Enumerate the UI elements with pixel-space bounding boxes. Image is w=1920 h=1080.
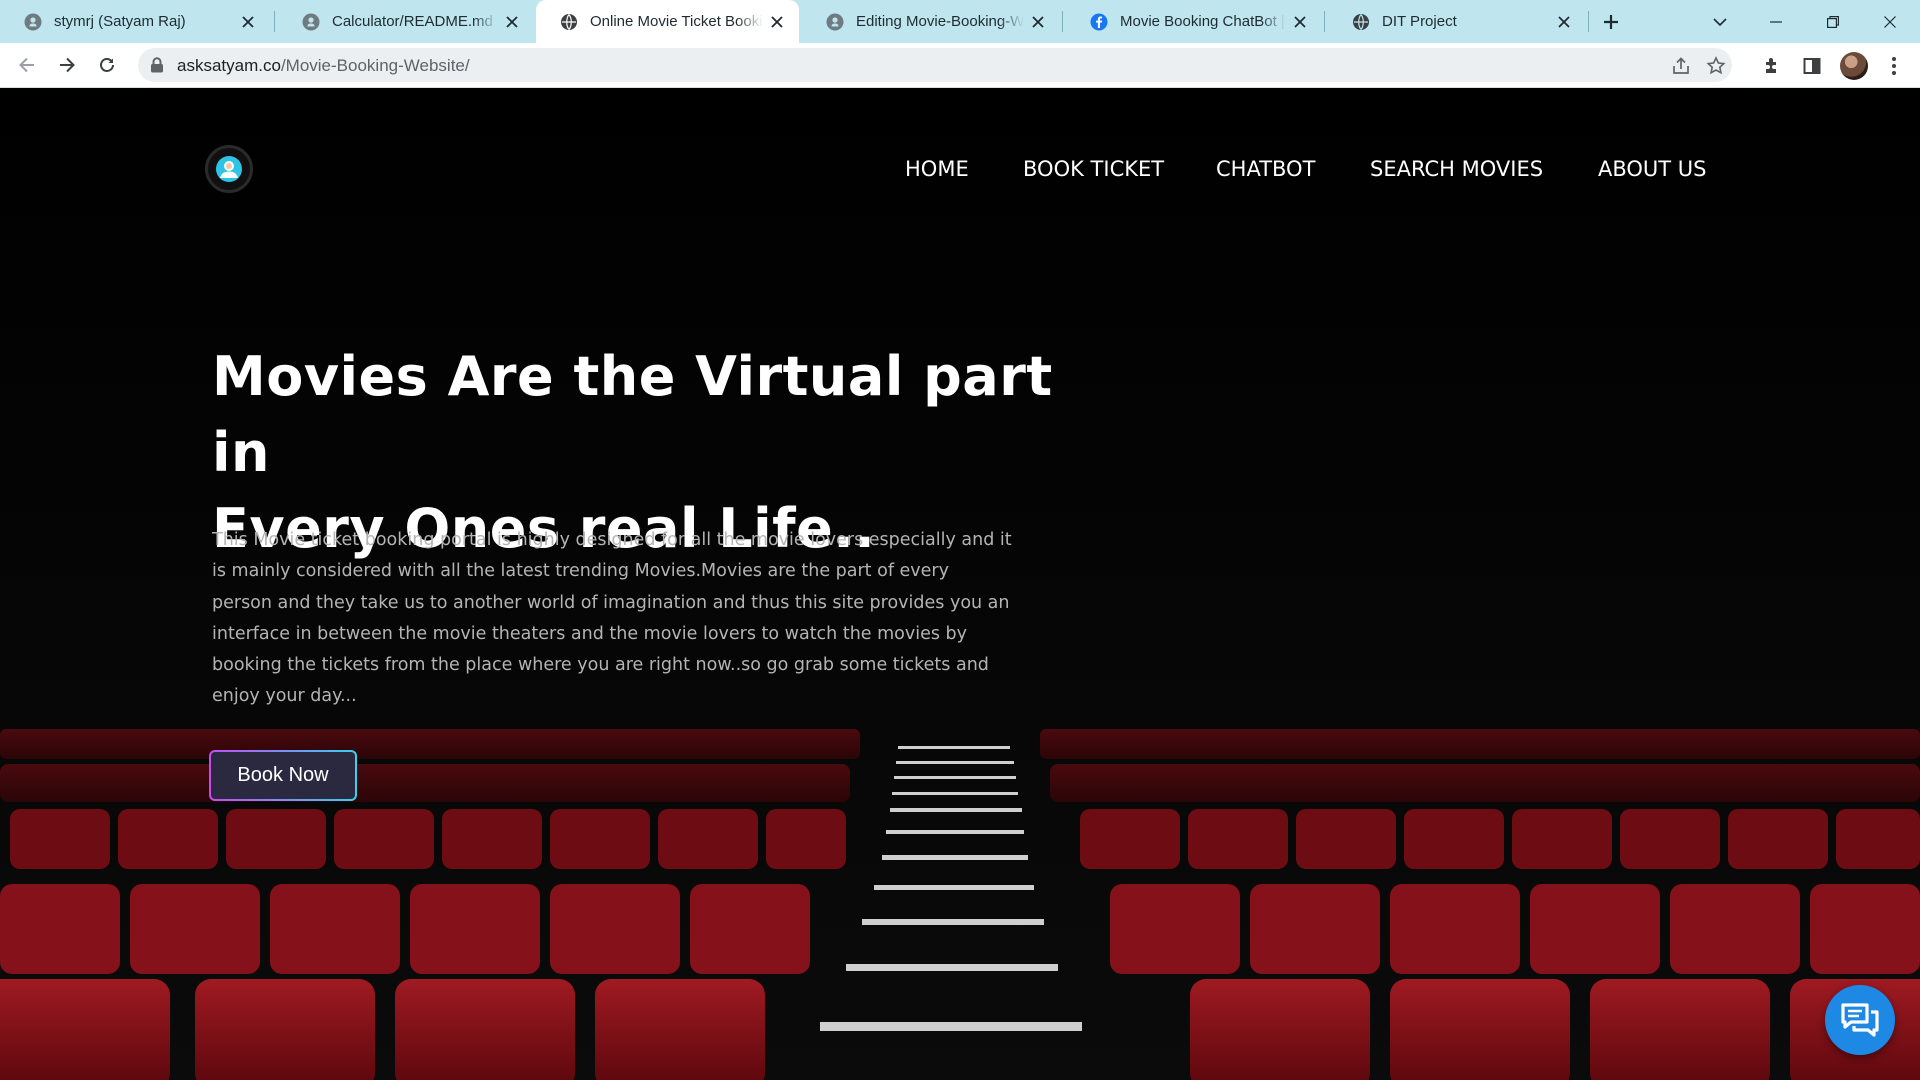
nav-book-ticket[interactable]: BOOK TICKET bbox=[1023, 157, 1164, 181]
url-host: asksatyam.co bbox=[177, 56, 281, 75]
browser-toolbar: asksatyam.co/Movie-Booking-Website/ bbox=[0, 43, 1920, 88]
nav-home[interactable]: HOME bbox=[905, 157, 969, 181]
github-icon bbox=[302, 13, 320, 31]
tab-separator bbox=[274, 11, 275, 32]
tab-title: DIT Project bbox=[1382, 13, 1457, 30]
side-panel-icon[interactable] bbox=[1799, 53, 1825, 79]
tab-editing-movie-booking[interactable]: Editing Movie-Booking-Website bbox=[802, 0, 1060, 43]
tab-title: stymrj (Satyam Raj) bbox=[54, 13, 186, 30]
lock-icon bbox=[151, 57, 163, 73]
new-tab-button[interactable] bbox=[1597, 8, 1625, 36]
restore-button[interactable] bbox=[1819, 8, 1847, 36]
url-path: /Movie-Booking-Website/ bbox=[280, 56, 470, 75]
arrow-right-icon bbox=[60, 57, 75, 73]
close-window-button[interactable] bbox=[1876, 8, 1904, 36]
reload-icon bbox=[100, 58, 114, 72]
tab-dit-project[interactable]: DIT Project bbox=[1328, 0, 1586, 43]
browser-tab-strip: stymrj (Satyam Raj) Calculator/README.md… bbox=[0, 0, 1920, 43]
close-icon bbox=[1884, 16, 1896, 28]
site-logo[interactable] bbox=[205, 145, 253, 193]
nav-search-movies[interactable]: SEARCH MOVIES bbox=[1370, 157, 1543, 181]
address-bar[interactable]: asksatyam.co/Movie-Booking-Website/ bbox=[138, 48, 1732, 82]
menu-kebab-icon[interactable] bbox=[1881, 53, 1907, 79]
tab-calculator-readme[interactable]: Calculator/README.md at main bbox=[278, 0, 534, 43]
user-avatar-icon bbox=[216, 156, 242, 182]
hero-title-line-1: Movies Are the Virtual part in bbox=[212, 345, 1053, 484]
reload-button[interactable] bbox=[92, 50, 122, 80]
tab-github-profile[interactable]: stymrj (Satyam Raj) bbox=[0, 0, 270, 43]
globe-icon bbox=[1352, 13, 1370, 31]
tab-title: Calculator/README.md at main bbox=[332, 13, 498, 30]
facebook-icon bbox=[1090, 13, 1108, 31]
restore-icon bbox=[1827, 16, 1839, 28]
close-tab-icon[interactable] bbox=[504, 14, 520, 30]
forward-button[interactable] bbox=[52, 50, 82, 80]
chat-bubble-icon bbox=[1841, 1003, 1879, 1037]
tab-separator bbox=[1324, 11, 1325, 32]
minimize-button[interactable] bbox=[1762, 8, 1790, 36]
chat-widget-button[interactable] bbox=[1825, 985, 1895, 1055]
github-icon bbox=[24, 13, 42, 31]
tab-separator bbox=[1062, 11, 1063, 32]
close-tab-icon[interactable] bbox=[1556, 14, 1572, 30]
back-button[interactable] bbox=[12, 50, 42, 80]
tab-movie-chatbot[interactable]: Movie Booking ChatBot | Dialogflow bbox=[1066, 0, 1322, 43]
close-tab-icon[interactable] bbox=[769, 14, 785, 30]
tab-separator bbox=[1588, 11, 1589, 32]
tab-movie-booking[interactable]: Online Movie Ticket Booking bbox=[536, 0, 799, 43]
tab-title: Online Movie Ticket Booking bbox=[590, 13, 763, 30]
hero-description: This Movie ticket booking portal is high… bbox=[212, 530, 1012, 707]
nav-chatbot[interactable]: CHATBOT bbox=[1216, 157, 1315, 181]
close-tab-icon[interactable] bbox=[1292, 14, 1308, 30]
globe-icon bbox=[560, 13, 578, 31]
extensions-icon[interactable] bbox=[1759, 53, 1785, 79]
close-tab-icon[interactable] bbox=[1030, 14, 1046, 30]
tab-title: Movie Booking ChatBot | Dialogflow bbox=[1120, 13, 1286, 30]
github-icon bbox=[826, 13, 844, 31]
profile-avatar[interactable] bbox=[1840, 52, 1868, 80]
tab-title: Editing Movie-Booking-Website bbox=[856, 13, 1024, 30]
nav-about-us[interactable]: ABOUT US bbox=[1598, 157, 1707, 181]
bookmark-star-icon[interactable] bbox=[1705, 55, 1727, 77]
share-icon[interactable] bbox=[1670, 55, 1692, 77]
arrow-left-icon bbox=[19, 57, 34, 73]
book-now-button[interactable]: Book Now bbox=[209, 750, 357, 801]
close-tab-icon[interactable] bbox=[240, 14, 256, 30]
url-text: asksatyam.co/Movie-Booking-Website/ bbox=[177, 56, 470, 76]
minimize-icon bbox=[1770, 21, 1782, 23]
plus-icon bbox=[1604, 15, 1618, 29]
web-page: HOME BOOK TICKET CHATBOT SEARCH MOVIES A… bbox=[0, 89, 1920, 1080]
tab-search-button[interactable] bbox=[1706, 8, 1734, 36]
chevron-down-icon bbox=[1713, 18, 1727, 27]
